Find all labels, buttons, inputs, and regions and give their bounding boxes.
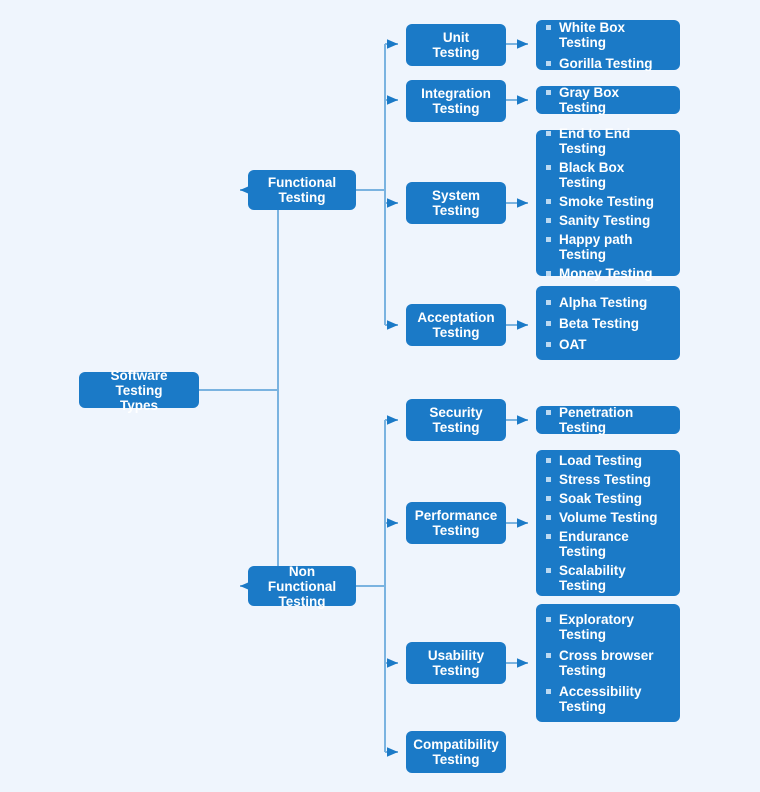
node-functional-testing[interactable]: Functional Testing <box>248 170 356 210</box>
bullet-icon <box>546 270 551 276</box>
leaf-label: Cross browser Testing <box>559 648 654 678</box>
list-item[interactable]: Gray Box Testing <box>546 85 668 115</box>
leaf-label: Smoke Testing <box>559 193 655 209</box>
bullet-icon <box>546 653 551 658</box>
node-security-testing[interactable]: Security Testing <box>406 399 506 441</box>
leaf-label: Endurance Testing <box>559 529 629 559</box>
list-item[interactable]: Soak Testing <box>546 491 668 506</box>
leaf-label: Gorilla Testing <box>559 55 653 71</box>
bullet-icon <box>546 496 551 501</box>
list-item[interactable]: Happy path Testing <box>546 232 668 262</box>
list-item[interactable]: End to End Testing <box>546 126 668 156</box>
list-item[interactable]: Accessibility Testing <box>546 684 668 714</box>
node-non-functional-testing[interactable]: Non Functional Testing <box>248 563 356 609</box>
node-root[interactable]: Software Testing Types <box>79 368 199 413</box>
bullet-icon <box>546 60 551 66</box>
list-item[interactable]: Volume Testing <box>546 510 668 525</box>
list-item[interactable]: Sanity Testing <box>546 213 668 228</box>
node-usability-testing[interactable]: Usability Testing <box>406 642 506 684</box>
bullet-icon <box>546 130 551 136</box>
bullet-icon <box>546 689 551 694</box>
bullet-icon <box>546 617 551 622</box>
bullet-icon <box>546 320 551 326</box>
list-item[interactable]: OAT <box>546 337 668 352</box>
leafbox-unit-testing: White Box Testing Gorilla Testing <box>536 20 680 71</box>
list-item[interactable]: Load Testing <box>546 453 668 468</box>
leaf-label: Exploratory Testing <box>559 612 635 642</box>
node-compatibility-testing[interactable]: Compatibility Testing <box>406 731 506 773</box>
node-system-testing-label: System Testing <box>431 188 481 218</box>
leaf-label: Volume Testing <box>559 510 658 525</box>
leafbox-security-testing: Penetration Testing <box>536 405 680 435</box>
bullet-icon <box>546 217 551 223</box>
leaf-label: Gray Box Testing <box>559 85 620 115</box>
bullet-icon <box>546 299 551 305</box>
leaf-label: Accessibility Testing <box>559 684 642 714</box>
leaf-label: Scalability Testing <box>559 563 626 593</box>
node-integration-testing[interactable]: Integration Testing <box>406 80 506 122</box>
mindmap-canvas: Software Testing Types Functional Testin… <box>0 0 760 792</box>
node-unit-testing[interactable]: Unit Testing <box>406 24 506 66</box>
leaf-label: Stress Testing <box>559 472 652 487</box>
list-item[interactable]: Cross browser Testing <box>546 648 668 678</box>
list-item[interactable]: Gorilla Testing <box>546 56 668 71</box>
bullet-icon <box>546 236 551 242</box>
leafbox-acceptation-testing: Alpha Testing Beta Testing OAT <box>536 286 680 360</box>
list-item[interactable]: Alpha Testing <box>546 295 668 310</box>
list-item[interactable]: Smoke Testing <box>546 194 668 209</box>
list-item[interactable]: Scalability Testing <box>546 563 668 593</box>
list-item[interactable]: Money Testing <box>546 266 668 281</box>
node-compatibility-testing-label: Compatibility Testing <box>413 737 499 767</box>
list-item[interactable]: Penetration Testing <box>546 405 668 435</box>
bullet-icon <box>546 341 551 347</box>
leafbox-system-testing: End to End Testing Black Box Testing Smo… <box>536 126 680 281</box>
list-item[interactable]: Beta Testing <box>546 316 668 331</box>
bullet-icon <box>546 90 551 95</box>
bullet-icon <box>546 164 551 170</box>
list-item[interactable]: Exploratory Testing <box>546 612 668 642</box>
leaf-label: Penetration Testing <box>559 405 634 435</box>
bullet-icon <box>546 515 551 520</box>
leaf-label: Money Testing <box>559 265 653 281</box>
node-non-functional-testing-label: Non Functional Testing <box>267 563 337 609</box>
bullet-icon <box>546 24 551 30</box>
leaf-label: Soak Testing <box>559 491 643 506</box>
bullet-icon <box>546 198 551 204</box>
bullet-icon <box>546 568 551 573</box>
bullet-icon <box>546 458 551 463</box>
list-item[interactable]: Stress Testing <box>546 472 668 487</box>
bullet-icon <box>546 534 551 539</box>
list-item[interactable]: Black Box Testing <box>546 160 668 190</box>
bullet-icon <box>546 477 551 482</box>
leaf-label: Beta Testing <box>559 315 640 331</box>
leaf-label: Load Testing <box>559 453 642 468</box>
leafbox-integration-testing: Gray Box Testing <box>536 85 680 115</box>
leafbox-usability-testing: Exploratory Testing Cross browser Testin… <box>536 604 680 722</box>
node-acceptation-testing-label: Acceptation Testing <box>417 310 495 340</box>
leaf-label: Alpha Testing <box>559 294 648 310</box>
leafbox-performance-testing: Load Testing Stress Testing Soak Testing… <box>536 450 680 596</box>
node-security-testing-label: Security Testing <box>429 405 483 435</box>
node-performance-testing-label: Performance Testing <box>414 508 498 538</box>
node-functional-testing-label: Functional Testing <box>267 175 337 205</box>
leaf-label: White Box Testing <box>559 19 625 50</box>
leaf-label: Sanity Testing <box>559 212 651 228</box>
leaf-label: Black Box Testing <box>559 159 625 190</box>
node-integration-testing-label: Integration Testing <box>421 86 491 116</box>
bullet-icon <box>546 410 551 415</box>
node-performance-testing[interactable]: Performance Testing <box>406 502 506 544</box>
node-system-testing[interactable]: System Testing <box>406 182 506 224</box>
node-root-label: Software Testing Types <box>110 367 168 413</box>
list-item[interactable]: Endurance Testing <box>546 529 668 559</box>
leaf-label: Happy path Testing <box>559 231 633 262</box>
node-unit-testing-label: Unit Testing <box>432 30 480 60</box>
node-usability-testing-label: Usability Testing <box>427 648 485 678</box>
node-acceptation-testing[interactable]: Acceptation Testing <box>406 304 506 346</box>
leaf-label: End to End Testing <box>559 125 631 156</box>
leaf-label: OAT <box>559 336 587 352</box>
list-item[interactable]: White Box Testing <box>546 20 668 50</box>
